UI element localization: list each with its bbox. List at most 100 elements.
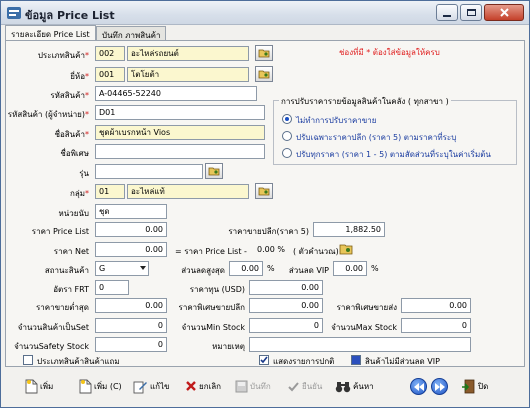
category-label: ประเภทสินค้า* — [37, 51, 89, 60]
lookup-icon — [208, 167, 220, 176]
vendor-code-input[interactable]: D01 — [95, 105, 265, 120]
cost-usd-input[interactable]: 0.00 — [249, 280, 323, 295]
gift-type-label: ประเภทสินค้าสินค้าแถม — [37, 357, 120, 366]
retail-price-input[interactable]: 1,882.50 — [313, 222, 385, 237]
min-sale-price-input[interactable]: 0.00 — [95, 298, 167, 313]
radio-no-adjust[interactable] — [282, 114, 292, 124]
bottom-toolbar: เพิ่ม เพิ่ม (C) แก้ไข ยกเลิก บันทึก ยืนย… — [1, 371, 529, 407]
remark-input[interactable] — [249, 337, 471, 352]
window-title: ข้อมูล Price List — [25, 9, 115, 22]
qty-per-set-input[interactable]: 0 — [95, 318, 167, 333]
max-stock-input[interactable]: 0 — [401, 318, 471, 333]
previous-record-button[interactable] — [410, 378, 427, 395]
product-code-input[interactable]: A-04465-52240 — [95, 86, 257, 101]
add-copy-button[interactable]: เพิ่ม (C) — [79, 376, 122, 396]
close-button[interactable]: ปิด — [461, 376, 488, 396]
maximize-icon — [466, 9, 476, 16]
special-name-input[interactable] — [95, 144, 265, 159]
tab-price-list-details[interactable]: รายละเอียด Price List — [5, 25, 96, 41]
status-select[interactable]: G — [95, 261, 149, 276]
brand-name-input[interactable]: โตโยต้า — [127, 67, 249, 82]
new-document-icon — [25, 379, 38, 393]
save-button[interactable]: บันทึก — [235, 376, 271, 396]
safety-stock-label: จำนวนSafety Stock — [14, 342, 89, 351]
frt-rate-input[interactable]: 0 — [95, 280, 129, 295]
rewind-icon — [413, 382, 424, 391]
category-lookup-button[interactable] — [255, 45, 273, 61]
required-fields-note: ช่องที่มี * ต้องใส่ข้อมูลให้ครบ — [339, 48, 440, 57]
checkmark-icon — [260, 356, 268, 364]
edit-button[interactable]: แก้ไข — [133, 376, 170, 396]
exit-door-icon — [462, 379, 475, 393]
list-price-input[interactable]: 0.00 — [95, 222, 167, 237]
net-price-input[interactable]: 0.00 — [95, 242, 167, 257]
minimize-icon — [443, 14, 451, 17]
model-label: รุ่น — [79, 169, 89, 178]
no-vip-checkbox[interactable] — [351, 355, 361, 365]
add-button[interactable]: เพิ่ม — [25, 376, 53, 396]
binoculars-icon — [335, 381, 351, 392]
brand-code-input[interactable]: 001 — [95, 67, 125, 82]
group-code-input[interactable]: 01 — [95, 184, 125, 199]
radio-adjust-all-label: ปรับทุกราคา (ราคา 1 - 5) ตามสัดส่วนที่ระ… — [296, 150, 491, 159]
show-normal-checkbox[interactable] — [259, 355, 269, 365]
radio-adjust-all[interactable] — [282, 148, 292, 158]
next-record-button[interactable] — [431, 378, 448, 395]
radio-no-adjust-label: ไม่ทำการปรับราคาขาย — [296, 116, 377, 125]
max-stock-label: จำนวนMax Stock — [331, 323, 397, 332]
chevron-down-icon — [140, 266, 146, 270]
lookup-icon — [258, 70, 270, 79]
category-name-input[interactable]: อะไหล่รถยนต์ — [127, 46, 249, 61]
frt-rate-label: อัตรา FRT — [53, 285, 89, 294]
retail-price-label: ราคาขายปลีก(ราคา 5) — [228, 227, 309, 236]
min-stock-input[interactable]: 0 — [249, 318, 323, 333]
category-code-input[interactable]: 002 — [95, 46, 125, 61]
special-wholesale-input[interactable]: 0.00 — [401, 298, 471, 313]
x-icon — [186, 381, 196, 391]
status-label: สถานะสินค้า — [44, 266, 89, 275]
minimize-button[interactable] — [436, 4, 458, 21]
confirm-button[interactable]: ยืนยัน — [287, 376, 322, 396]
save-icon — [235, 380, 248, 392]
unit-input[interactable]: ชุด — [95, 204, 167, 219]
radio-adjust-retail[interactable] — [282, 131, 292, 141]
cancel-button[interactable]: ยกเลิก — [185, 376, 221, 396]
group-label: กลุ่ม* — [69, 189, 89, 198]
calculate-icon[interactable] — [339, 242, 353, 256]
app-icon — [7, 7, 21, 19]
maximize-button[interactable] — [460, 4, 482, 21]
vendor-code-label: รหัสสินค้า (ผู้จำหน่าย)* — [7, 110, 89, 119]
net-formula-percent: 0.00 % — [257, 245, 285, 254]
new-document-icon — [79, 379, 92, 393]
max-discount-label: ส่วนลดสูงสุด — [181, 266, 225, 275]
radio-adjust-retail-label: ปรับเฉพาะราคาปลีก (ราคา 5) ตามราคาที่ระบ… — [296, 133, 457, 142]
tab-product-images[interactable]: บันทึก ภาพสินค้า — [96, 26, 167, 41]
search-button[interactable]: ค้นหา — [335, 376, 374, 396]
qty-per-set-label: จำนวนสินค้าเป็นSet — [17, 323, 89, 332]
net-formula-text: = ราคา Price List - — [175, 247, 247, 256]
special-retail-input[interactable]: 0.00 — [249, 298, 323, 313]
close-window-button[interactable] — [484, 4, 524, 21]
product-name-input[interactable]: ชุดผ้าเบรกหน้า Vios — [95, 125, 265, 140]
safety-stock-input[interactable]: 0 — [95, 337, 167, 352]
max-discount-input[interactable]: 0.00 — [229, 261, 263, 276]
model-lookup-button[interactable] — [205, 163, 223, 179]
no-vip-label: สินค้าไม่มีส่วนลด VIP — [365, 357, 440, 366]
model-input[interactable] — [95, 164, 203, 179]
lookup-icon — [258, 187, 270, 196]
min-sale-price-label: ราคาขายต่ำสุด — [35, 303, 89, 312]
cost-usd-label: ราคาทุน (USD) — [189, 285, 245, 294]
group-name-input[interactable]: อะไหล่แท้ — [127, 184, 249, 199]
special-wholesale-label: ราคาพิเศษขายส่ง — [336, 303, 397, 312]
title-bar: ข้อมูล Price List — [1, 1, 529, 25]
gift-type-checkbox[interactable] — [23, 355, 33, 365]
brand-lookup-button[interactable] — [255, 66, 273, 82]
net-price-label: ราคา Net — [53, 247, 89, 256]
brand-label: ยี่ห้อ* — [70, 72, 89, 81]
close-icon — [499, 8, 509, 17]
price-adjust-title: การปรับราคารายข้อมูลสินค้าในคลัง ( ทุกสา… — [279, 95, 451, 108]
checkmark-icon — [288, 381, 299, 391]
list-price-label: ราคา Price List — [31, 227, 89, 236]
group-lookup-button[interactable] — [255, 183, 273, 199]
vip-discount-input[interactable]: 0.00 — [333, 261, 367, 276]
